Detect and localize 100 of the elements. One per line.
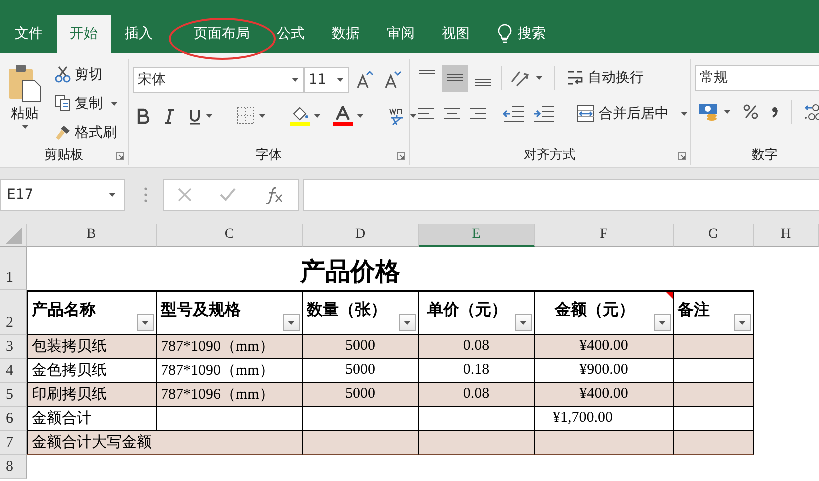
- caret-icon: [292, 78, 299, 82]
- row-header[interactable]: 2: [0, 290, 27, 335]
- column-title: 单价（元）: [428, 300, 508, 321]
- ribbon-tab[interactable]: 文件: [2, 15, 56, 53]
- scissors-icon: [55, 66, 71, 83]
- caret-icon: [681, 112, 688, 116]
- table-cell: 5000: [303, 335, 419, 359]
- column-header[interactable]: D: [303, 224, 419, 247]
- align-left-icon: [417, 106, 435, 122]
- row-header[interactable]: 5: [0, 383, 27, 407]
- group-title: 对齐方式: [524, 147, 576, 165]
- caret-icon: [111, 102, 118, 106]
- row-header[interactable]: 8: [0, 455, 27, 479]
- group-title: 剪贴板: [44, 147, 84, 165]
- fill-color-button[interactable]: [287, 105, 324, 127]
- formula-input[interactable]: [303, 179, 819, 211]
- wrap-text-button[interactable]: 自动换行: [563, 67, 647, 89]
- paint-bucket-icon: [290, 106, 310, 126]
- table-cell: 0.08: [419, 335, 535, 359]
- filter-button[interactable]: [515, 314, 532, 331]
- group-title: 数字: [752, 147, 778, 165]
- ribbon-tab[interactable]: 开始: [57, 15, 111, 53]
- comma-icon: [771, 105, 779, 119]
- increase-indent-icon: [533, 105, 555, 123]
- paste-button[interactable]: 粘贴: [4, 59, 46, 147]
- font-color-button[interactable]: [330, 105, 367, 127]
- caret-icon: [259, 114, 266, 118]
- function-icon: [264, 186, 284, 204]
- borders-icon: [237, 107, 255, 125]
- caret-icon: [314, 114, 321, 118]
- column-header[interactable]: H: [754, 224, 819, 247]
- caret-icon: [536, 76, 543, 80]
- column-title: 数量（张）: [307, 300, 387, 321]
- middle-align-button[interactable]: [442, 64, 468, 92]
- phonetic-guide-icon: [388, 106, 406, 126]
- copy-button[interactable]: 复制: [52, 90, 121, 117]
- merge-cells-icon: [577, 105, 595, 123]
- column-header[interactable]: C: [157, 224, 303, 247]
- caret-icon: [337, 78, 344, 82]
- filter-button[interactable]: [654, 314, 671, 331]
- ribbon-tab[interactable]: 页面布局: [181, 15, 263, 53]
- underline-icon: [188, 108, 202, 124]
- decimal-places-icon: [804, 103, 819, 121]
- caret-icon: [404, 320, 411, 324]
- filter-button[interactable]: [137, 314, 154, 331]
- bold-icon: [136, 108, 150, 124]
- caret-icon: [206, 114, 213, 118]
- table-cell: 787*1090（mm）: [157, 335, 303, 359]
- row-header[interactable]: 3: [0, 335, 27, 359]
- caret-icon: [142, 320, 149, 324]
- merge-center-button[interactable]: 合并后居中: [574, 104, 691, 124]
- row-header[interactable]: 4: [0, 359, 27, 383]
- group-title: 字体: [256, 147, 282, 165]
- drag-handle-icon: [144, 187, 148, 203]
- ribbon-tab[interactable]: 公式: [264, 15, 318, 53]
- caret-icon: [410, 114, 417, 118]
- font-grow-icon: [356, 71, 374, 89]
- middle-align-icon: [446, 74, 464, 82]
- column-header[interactable]: F: [535, 224, 674, 247]
- caret-icon: [357, 114, 364, 118]
- font-name-combo[interactable]: 宋体: [133, 67, 304, 93]
- cut-button[interactable]: 剪切: [52, 61, 121, 88]
- filter-button[interactable]: [399, 314, 416, 331]
- name-box[interactable]: E17: [0, 179, 125, 211]
- filter-button[interactable]: [734, 314, 751, 331]
- bottom-align-icon: [474, 78, 492, 86]
- ribbon-tab[interactable]: 审阅: [374, 15, 428, 53]
- column-header[interactable]: B: [27, 224, 157, 247]
- table-cell: 金额合计大写金额: [27, 431, 303, 455]
- caret-icon: [659, 320, 666, 324]
- caret-icon: [22, 125, 28, 129]
- row-header[interactable]: 6: [0, 407, 27, 431]
- dialog-launcher-icon: [397, 152, 405, 160]
- table-cell: 印刷拷贝纸: [27, 383, 157, 407]
- column-title: 金额（元）: [555, 300, 635, 321]
- align-center-icon: [443, 106, 461, 122]
- row-header[interactable]: 7: [0, 431, 27, 455]
- top-align-icon: [418, 70, 436, 74]
- ribbon-tab[interactable]: 数据: [319, 15, 373, 53]
- number-format-combo[interactable]: 常规: [695, 65, 819, 91]
- format-painter-button[interactable]: 格式刷: [52, 119, 121, 146]
- row-header[interactable]: 1: [0, 247, 27, 290]
- ribbon-tab[interactable]: 视图: [429, 15, 483, 53]
- caret-icon: [739, 320, 746, 324]
- column-header[interactable]: G: [674, 224, 754, 247]
- align-right-icon: [469, 106, 487, 122]
- dialog-launcher-icon: [116, 152, 124, 160]
- caret-icon: [109, 193, 116, 197]
- search-box[interactable]: 搜索: [494, 15, 550, 53]
- column-header[interactable]: E: [419, 224, 535, 247]
- caret-icon: [520, 320, 527, 324]
- filter-button[interactable]: [283, 314, 300, 331]
- table-cell: 0.08: [419, 383, 535, 407]
- caret-icon: [724, 110, 731, 114]
- font-size-combo[interactable]: 11: [304, 67, 349, 93]
- column-title: 产品名称: [32, 300, 96, 321]
- sheet-title: 产品价格: [299, 256, 402, 288]
- percent-icon: [743, 104, 759, 120]
- ribbon-tab[interactable]: 插入: [112, 15, 166, 53]
- table-cell: 包装拷贝纸: [27, 335, 157, 359]
